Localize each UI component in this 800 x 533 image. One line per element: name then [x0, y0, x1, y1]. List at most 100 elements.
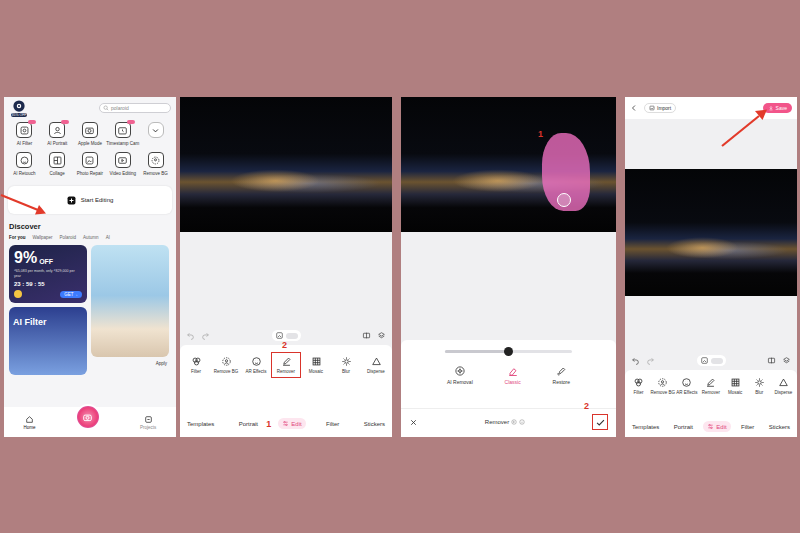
split-view-icon[interactable]	[767, 356, 776, 365]
tool-item[interactable]: 2Remover	[272, 353, 300, 377]
tool-item[interactable]: Remove BG	[212, 353, 240, 377]
mode-tab[interactable]: 1Edit	[278, 418, 305, 429]
mode-tab[interactable]: Portrait	[235, 419, 262, 429]
mode-tab[interactable]: Edit	[703, 421, 730, 432]
discover-tab[interactable]: Autumn	[83, 235, 99, 240]
tool-item[interactable]: Timestamp Cam	[106, 122, 139, 146]
sliders-icon	[282, 420, 289, 427]
tool-icon	[311, 356, 322, 367]
tab-label: Edit	[716, 424, 726, 430]
template-preview[interactable]	[91, 245, 169, 357]
tool-label: AR Effects	[676, 390, 697, 395]
mode-tab[interactable]: Filter	[322, 419, 343, 429]
tool-item[interactable]: Remove BG	[651, 375, 674, 397]
tool-item[interactable]: Photo Repair	[74, 152, 107, 176]
new-badge	[28, 120, 36, 124]
tool-item[interactable]: Remove BG	[139, 152, 172, 176]
mode-label: AI Removal	[447, 379, 473, 385]
apply-label[interactable]: Apply	[156, 361, 167, 366]
discover-tab[interactable]: Al	[106, 235, 110, 240]
layers-icon[interactable]	[782, 356, 791, 365]
tutorial-icon[interactable]	[511, 419, 517, 425]
compare-toggle[interactable]	[697, 355, 726, 366]
tool-item[interactable]: Mosaic	[302, 353, 330, 377]
mode-tab[interactable]: Templates	[628, 422, 663, 432]
back-icon[interactable]	[630, 104, 638, 112]
tool-item[interactable]: Filter	[627, 375, 650, 397]
tool-item[interactable]: AR Effects	[675, 375, 698, 397]
redo-icon[interactable]	[646, 356, 655, 365]
tool-item[interactable]: Filter	[182, 353, 210, 377]
nav-home[interactable]: Home	[24, 415, 36, 430]
tool-label: Collage	[50, 171, 65, 176]
mode-tab[interactable]: Filter	[737, 422, 758, 432]
tool-item[interactable]: Blur	[748, 375, 771, 397]
ai-filter-card[interactable]: AI Filter	[9, 307, 87, 375]
close-icon[interactable]	[409, 418, 418, 427]
more-tools[interactable]	[139, 122, 172, 146]
tool-item[interactable]: AI Retouch	[8, 152, 41, 176]
brush-cursor[interactable]	[557, 193, 571, 207]
tab-label: Templates	[632, 424, 659, 430]
mode-tab[interactable]: Templates	[183, 419, 218, 429]
annotation-arrows	[0, 0, 800, 533]
step-number: 1	[538, 130, 543, 139]
discover-tab[interactable]: Wallpaper	[33, 235, 53, 240]
tool-item[interactable]: Apple Mode	[74, 122, 107, 146]
promo-timer: 23 : 59 : 55	[14, 281, 82, 287]
remover-screen: 1AI RemovalClassicRestoreRemover2	[401, 97, 616, 437]
app-logo[interactable]: 35% OFF	[9, 100, 29, 117]
help-icon[interactable]	[519, 419, 525, 425]
import-button[interactable]: Import	[644, 103, 676, 113]
mode-icon	[555, 365, 567, 377]
split-view-icon[interactable]	[362, 331, 371, 340]
nav-projects[interactable]: Projects	[140, 415, 156, 430]
tool-label: Video Editing	[110, 171, 136, 176]
compare-toggle[interactable]	[272, 330, 301, 341]
camera-button[interactable]	[75, 404, 101, 430]
mode-tab[interactable]: Stickers	[765, 422, 794, 432]
tool-icon	[705, 377, 716, 388]
tool-label: AI Filter	[17, 141, 33, 146]
undo-icon[interactable]	[631, 356, 640, 365]
tool-label: Remove BG	[650, 390, 675, 395]
tool-label: Blur	[342, 369, 350, 374]
mode-label: Restore	[553, 379, 571, 385]
confirm-button[interactable]: 2	[592, 414, 608, 430]
arrow-icon	[722, 110, 767, 147]
home-icon	[25, 415, 34, 424]
mode-option[interactable]: AI Removal	[447, 365, 473, 385]
tool-item[interactable]: Mosaic	[724, 375, 747, 397]
tool-icon	[754, 377, 765, 388]
start-editing-button[interactable]: Start Editing	[8, 186, 172, 214]
tool-item[interactable]: Remover	[699, 375, 722, 397]
mode-option[interactable]: Restore	[553, 365, 571, 385]
tool-item[interactable]: AI Filter	[8, 122, 41, 146]
search-field[interactable]: polaroid	[99, 103, 171, 113]
discover-tab[interactable]: Polaroid	[60, 235, 77, 240]
mode-tabs: Templates Portrait 1Edit Filter Stickers	[180, 418, 392, 429]
layers-icon[interactable]	[377, 331, 386, 340]
mode-option[interactable]: Classic	[505, 365, 521, 385]
tool-label: Photo Repair	[77, 171, 103, 176]
mode-tab[interactable]: Stickers	[360, 419, 389, 429]
tool-item[interactable]: AR Effects	[242, 353, 270, 377]
get-button[interactable]: GET→	[60, 291, 82, 298]
redo-icon[interactable]	[201, 331, 210, 340]
discover-tab[interactable]: For you	[9, 235, 26, 240]
tool-item[interactable]: Disperse	[772, 375, 795, 397]
mode-tab[interactable]: Portrait	[670, 422, 697, 432]
brush-size-slider[interactable]	[445, 350, 572, 353]
tool-icon	[633, 377, 644, 388]
tool-item[interactable]: Collage	[41, 152, 74, 176]
slider-knob[interactable]	[504, 347, 513, 356]
promo-card[interactable]: 9%OFF₫65,083 per month, only ₫829,000 pe…	[9, 245, 87, 303]
save-button[interactable]: Save	[763, 103, 792, 113]
tool-item[interactable]: Disperse	[362, 353, 390, 377]
undo-icon[interactable]	[186, 331, 195, 340]
tool-item[interactable]: AI Portrait	[41, 122, 74, 146]
tool-item[interactable]: Video Editing	[106, 152, 139, 176]
tool-icon	[281, 356, 292, 367]
tool-item[interactable]: Blur	[332, 353, 360, 377]
save-screen: ImportSaveFilterRemove BGAR EffectsRemov…	[625, 97, 797, 437]
